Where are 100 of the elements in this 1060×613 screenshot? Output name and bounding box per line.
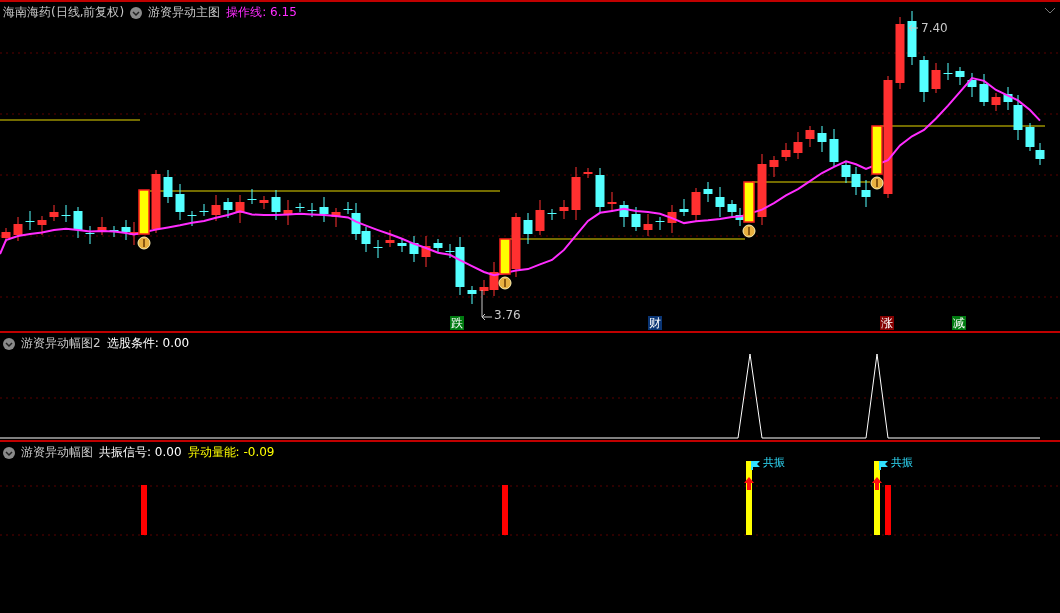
- indicator-value: 共振信号: 0.00: [99, 444, 182, 461]
- stock-title: 海南海药(日线,前复权): [3, 4, 125, 21]
- volume-bar: [885, 485, 891, 535]
- indicator-value: 选股条件: 0.00: [106, 335, 190, 352]
- signal-bar: [871, 125, 883, 175]
- candlestick: [467, 285, 477, 305]
- signal-bar: [138, 189, 150, 235]
- indicator-name: 游资异动幅图2: [21, 335, 101, 352]
- candlestick: [691, 187, 701, 222]
- candlestick: [235, 194, 245, 224]
- candlestick: [967, 72, 977, 98]
- candlestick: [13, 216, 23, 242]
- candlestick: [199, 203, 209, 217]
- coin-icon: [498, 276, 512, 290]
- volume-bar: [141, 485, 147, 535]
- candlestick: [829, 128, 839, 167]
- candlestick: [679, 198, 689, 217]
- coin-icon: [137, 236, 151, 250]
- candlestick: [295, 202, 305, 213]
- coin-icon: [870, 176, 884, 190]
- candlestick: [1035, 142, 1045, 166]
- candlestick: [283, 199, 293, 226]
- candlestick: [187, 210, 197, 227]
- indicator-value: 操作线: 6.15: [226, 4, 297, 21]
- candlestick: [619, 200, 629, 228]
- candlestick: [805, 125, 815, 148]
- candlestick: [571, 166, 581, 221]
- candlestick: [991, 92, 1001, 112]
- arrow-icon: [872, 477, 882, 490]
- candlestick: [129, 221, 139, 246]
- candlestick: [535, 199, 545, 236]
- price-label: 3.76: [494, 308, 521, 322]
- candlestick: [769, 155, 779, 178]
- candlestick: [979, 73, 989, 107]
- candlestick: [163, 169, 173, 204]
- flag-icon: [879, 461, 888, 470]
- candlestick: [307, 202, 317, 218]
- signal-tag: 财: [648, 316, 662, 330]
- candlestick: [943, 62, 953, 81]
- candlestick: [433, 238, 443, 253]
- candlestick: [151, 169, 161, 234]
- dropdown-icon[interactable]: [3, 337, 15, 350]
- chevron-icon[interactable]: [1044, 7, 1056, 15]
- candlestick: [955, 66, 965, 86]
- candlestick: [583, 167, 593, 179]
- candlestick: [25, 210, 35, 231]
- candlestick: [919, 55, 929, 103]
- candlestick: [781, 142, 791, 162]
- coin-icon: [742, 224, 756, 238]
- candlestick: [421, 235, 431, 268]
- candlestick: [667, 204, 677, 234]
- candlestick: [175, 183, 185, 221]
- candlestick: [319, 196, 329, 223]
- candlestick: [511, 212, 521, 278]
- candlestick: [523, 212, 533, 245]
- candlestick: [385, 229, 395, 248]
- candlestick: [1025, 122, 1035, 152]
- candlestick: [655, 216, 665, 231]
- dropdown-icon[interactable]: [3, 446, 15, 459]
- signal-tag: 减: [952, 316, 966, 330]
- candlestick: [409, 235, 419, 263]
- candlestick: [607, 191, 617, 213]
- dropdown-icon[interactable]: [130, 6, 143, 19]
- candlestick: [595, 167, 605, 214]
- candlestick: [931, 62, 941, 94]
- candlestick: [559, 199, 569, 220]
- candlestick: [223, 197, 233, 219]
- candlestick: [271, 189, 281, 221]
- candlestick: [841, 160, 851, 184]
- candlestick: [85, 225, 95, 245]
- candlestick: [49, 204, 59, 222]
- signal-bar: [499, 238, 511, 275]
- candlestick: [211, 194, 221, 222]
- candlestick: [397, 238, 407, 253]
- signal-tag: 涨: [880, 316, 894, 330]
- flag-icon: [751, 461, 760, 470]
- signal-label: 共振: [763, 456, 785, 469]
- leader-line: [481, 289, 493, 321]
- candlestick: [643, 213, 653, 237]
- candlestick: [631, 206, 641, 232]
- signal-bar: [743, 181, 755, 223]
- leader-line: [908, 24, 919, 32]
- candlestick: [1, 227, 11, 243]
- indicator-name: 游资异动幅图: [21, 444, 93, 461]
- candlestick: [73, 206, 83, 239]
- candlestick: [907, 10, 917, 66]
- indicator-value: 异动量能: -0.09: [187, 444, 275, 461]
- candlestick: [331, 207, 341, 228]
- candlestick: [715, 186, 725, 218]
- candlestick: [547, 208, 557, 221]
- candlestick: [109, 225, 119, 238]
- candlestick: [703, 181, 713, 203]
- candlestick: [259, 195, 269, 210]
- candlestick: [97, 216, 107, 236]
- signal-label: 共振: [891, 456, 913, 469]
- indicator-name: 游资异动主图: [148, 4, 221, 21]
- candlestick: [727, 199, 737, 217]
- candlestick: [793, 131, 803, 160]
- candlestick: [817, 125, 827, 153]
- signal-tag: 跌: [450, 316, 464, 330]
